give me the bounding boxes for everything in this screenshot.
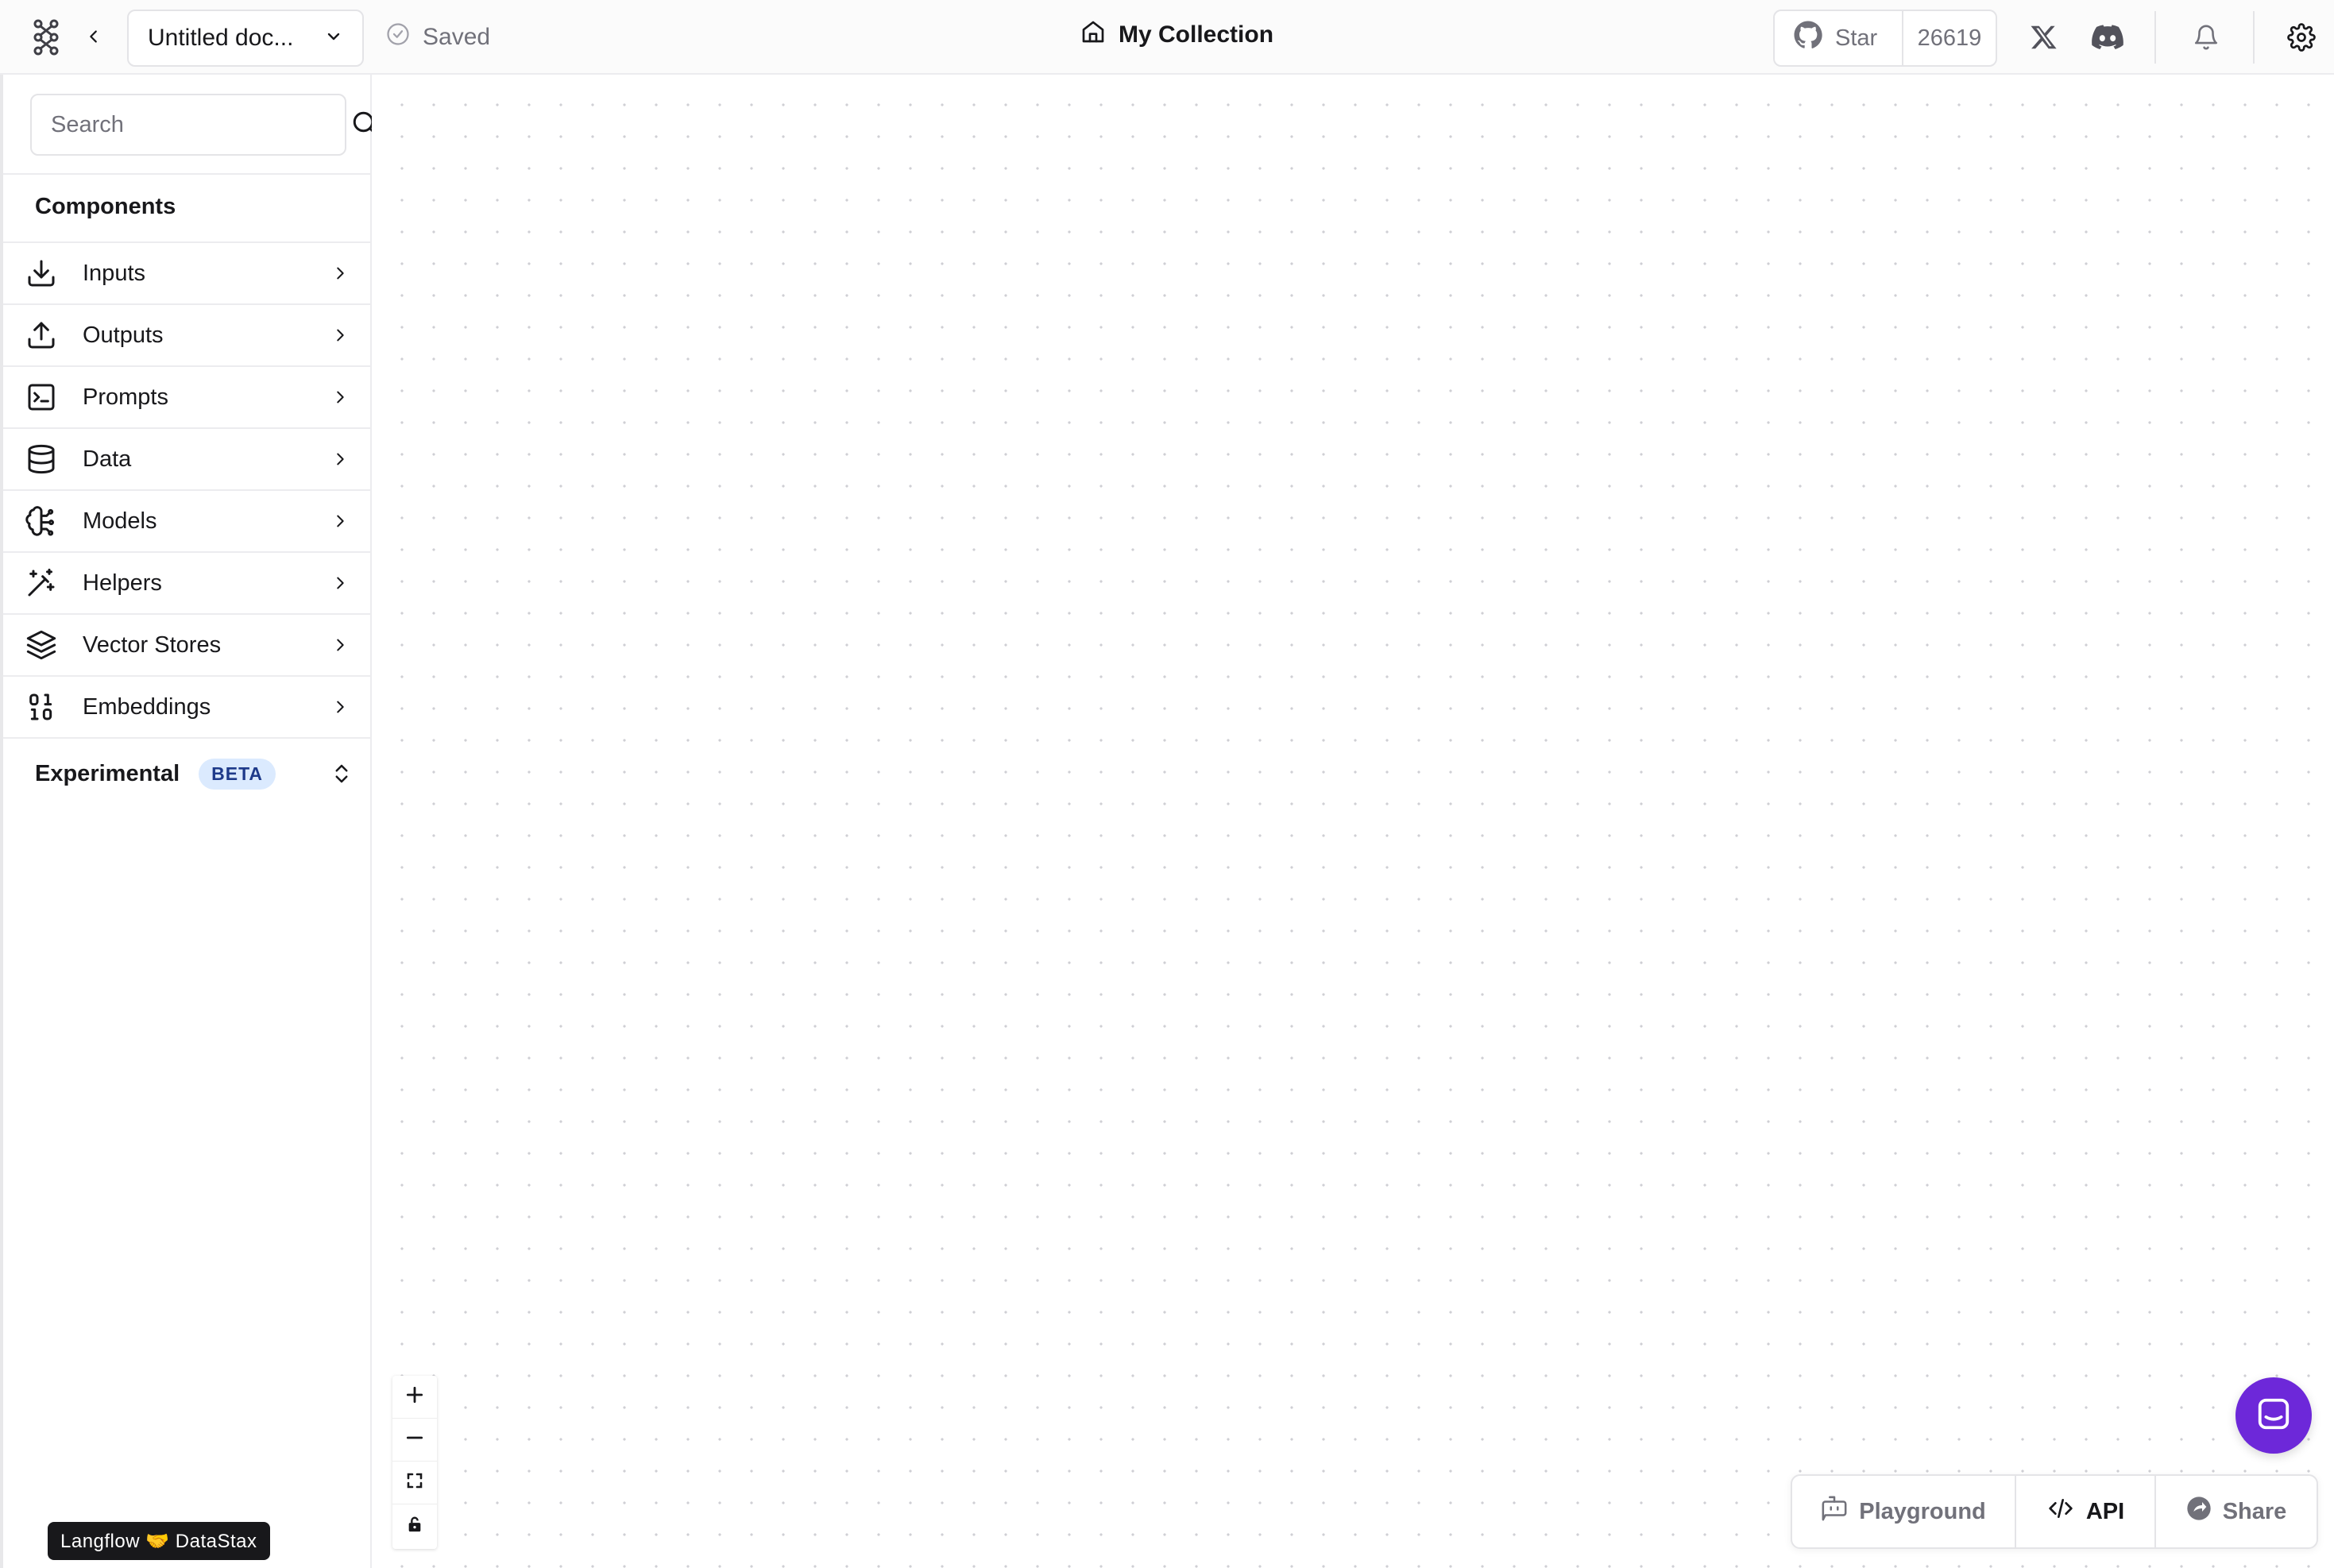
beta-badge: BETA xyxy=(199,758,276,790)
chevron-right-icon xyxy=(329,324,351,346)
experimental-label: Experimental xyxy=(35,760,180,786)
github-icon xyxy=(1792,19,1824,57)
chevron-right-icon xyxy=(329,696,351,718)
playground-label: Playground xyxy=(1859,1498,1986,1524)
plus-icon xyxy=(404,1385,425,1409)
discord-icon[interactable] xyxy=(2091,21,2124,54)
sidebar-item-label: Models xyxy=(83,508,157,534)
fit-view-button[interactable] xyxy=(392,1462,437,1504)
share-icon xyxy=(2186,1496,2212,1527)
back-button[interactable] xyxy=(79,22,108,51)
x-twitter-icon[interactable] xyxy=(2027,21,2061,54)
gear-icon[interactable] xyxy=(2285,21,2318,54)
search-input[interactable] xyxy=(51,111,350,138)
home-icon xyxy=(1080,19,1106,51)
zoom-out-button[interactable] xyxy=(392,1419,437,1462)
playground-button[interactable]: Playground xyxy=(1792,1476,2016,1547)
api-button[interactable]: API xyxy=(2016,1476,2156,1547)
minus-icon xyxy=(404,1427,425,1452)
components-sidebar: Components Inputs Outputs Prompts xyxy=(0,75,377,1568)
collection-breadcrumb[interactable]: My Collection xyxy=(1080,19,1273,51)
upload-icon xyxy=(24,318,59,353)
sidebar-item-label: Embeddings xyxy=(83,693,211,720)
document-name: Untitled doc... xyxy=(148,25,294,51)
canvas-controls xyxy=(392,1376,437,1549)
search-box[interactable] xyxy=(30,94,377,156)
langflow-logo[interactable] xyxy=(29,17,67,57)
sidebar-item-inputs[interactable]: Inputs xyxy=(3,243,372,305)
document-name-dropdown[interactable]: Untitled doc... xyxy=(127,10,364,67)
code-icon xyxy=(2046,1496,2075,1527)
chat-support-button[interactable] xyxy=(2235,1377,2312,1454)
binary-icon xyxy=(24,689,59,724)
header-divider xyxy=(2154,11,2156,64)
share-label: Share xyxy=(2222,1498,2287,1524)
layers-icon xyxy=(24,628,59,662)
sidebar-item-models[interactable]: Models xyxy=(3,491,372,553)
chevrons-up-down-icon xyxy=(330,761,353,786)
sidebar-item-prompts[interactable]: Prompts xyxy=(3,367,372,429)
sidebar-item-label: Data xyxy=(83,446,132,472)
sidebar-item-label: Helpers xyxy=(83,570,162,596)
sidebar-item-embeddings[interactable]: Embeddings xyxy=(3,677,372,739)
sidebar-item-label: Outputs xyxy=(83,322,164,348)
sidebar-item-label: Inputs xyxy=(83,260,145,286)
chevron-right-icon xyxy=(329,634,351,656)
github-star[interactable]: Star xyxy=(1775,11,1903,65)
sidebar-item-vector-stores[interactable]: Vector Stores xyxy=(3,615,372,677)
langflow-datastax-badge[interactable]: Langflow 🤝 DataStax xyxy=(48,1522,270,1560)
save-status-label: Saved xyxy=(423,24,491,50)
collection-label: My Collection xyxy=(1119,21,1274,48)
terminal-square-icon xyxy=(24,380,59,415)
components-heading: Components xyxy=(35,194,176,219)
github-star-label: Star xyxy=(1835,25,1878,51)
wand-sparkles-icon xyxy=(24,566,59,601)
experimental-section-toggle[interactable]: Experimental BETA xyxy=(35,750,353,798)
flow-actions-bar: Playground API Share xyxy=(1791,1474,2318,1549)
database-icon xyxy=(24,442,59,477)
sidebar-item-outputs[interactable]: Outputs xyxy=(3,305,372,367)
bot-message-icon xyxy=(1821,1495,1848,1528)
sidebar-item-helpers[interactable]: Helpers xyxy=(3,553,372,615)
github-star-count: 26619 xyxy=(1917,25,1982,51)
chevron-right-icon xyxy=(329,572,351,594)
sidebar-item-label: Prompts xyxy=(83,384,168,410)
category-list: Inputs Outputs Prompts Data Models Helpe… xyxy=(3,243,372,739)
chevron-right-icon xyxy=(329,262,351,284)
save-status: Saved xyxy=(386,22,490,52)
chevron-down-icon xyxy=(324,27,343,50)
chevron-right-icon xyxy=(329,448,351,470)
check-circle-icon xyxy=(386,22,410,52)
flow-canvas[interactable] xyxy=(372,75,2334,1568)
zoom-in-button[interactable] xyxy=(392,1376,437,1419)
lock-icon xyxy=(406,1515,423,1538)
header-divider xyxy=(2253,11,2255,64)
share-button[interactable]: Share xyxy=(2156,1476,2317,1547)
chevron-right-icon xyxy=(329,510,351,532)
chevron-right-icon xyxy=(329,386,351,408)
chat-icon xyxy=(2255,1396,2292,1436)
top-header: Untitled doc... Saved My Collection Star… xyxy=(0,0,2334,75)
sidebar-item-label: Vector Stores xyxy=(83,631,222,658)
github-star-button[interactable]: Star 26619 xyxy=(1773,10,1997,67)
api-label: API xyxy=(2085,1498,2125,1524)
bell-icon[interactable] xyxy=(2189,21,2223,54)
sidebar-divider xyxy=(3,173,372,175)
sidebar-item-data[interactable]: Data xyxy=(3,429,372,491)
fit-view-icon xyxy=(405,1471,424,1494)
lock-canvas-button[interactable] xyxy=(392,1504,437,1547)
download-icon xyxy=(24,256,59,291)
brain-circuit-icon xyxy=(24,504,59,539)
